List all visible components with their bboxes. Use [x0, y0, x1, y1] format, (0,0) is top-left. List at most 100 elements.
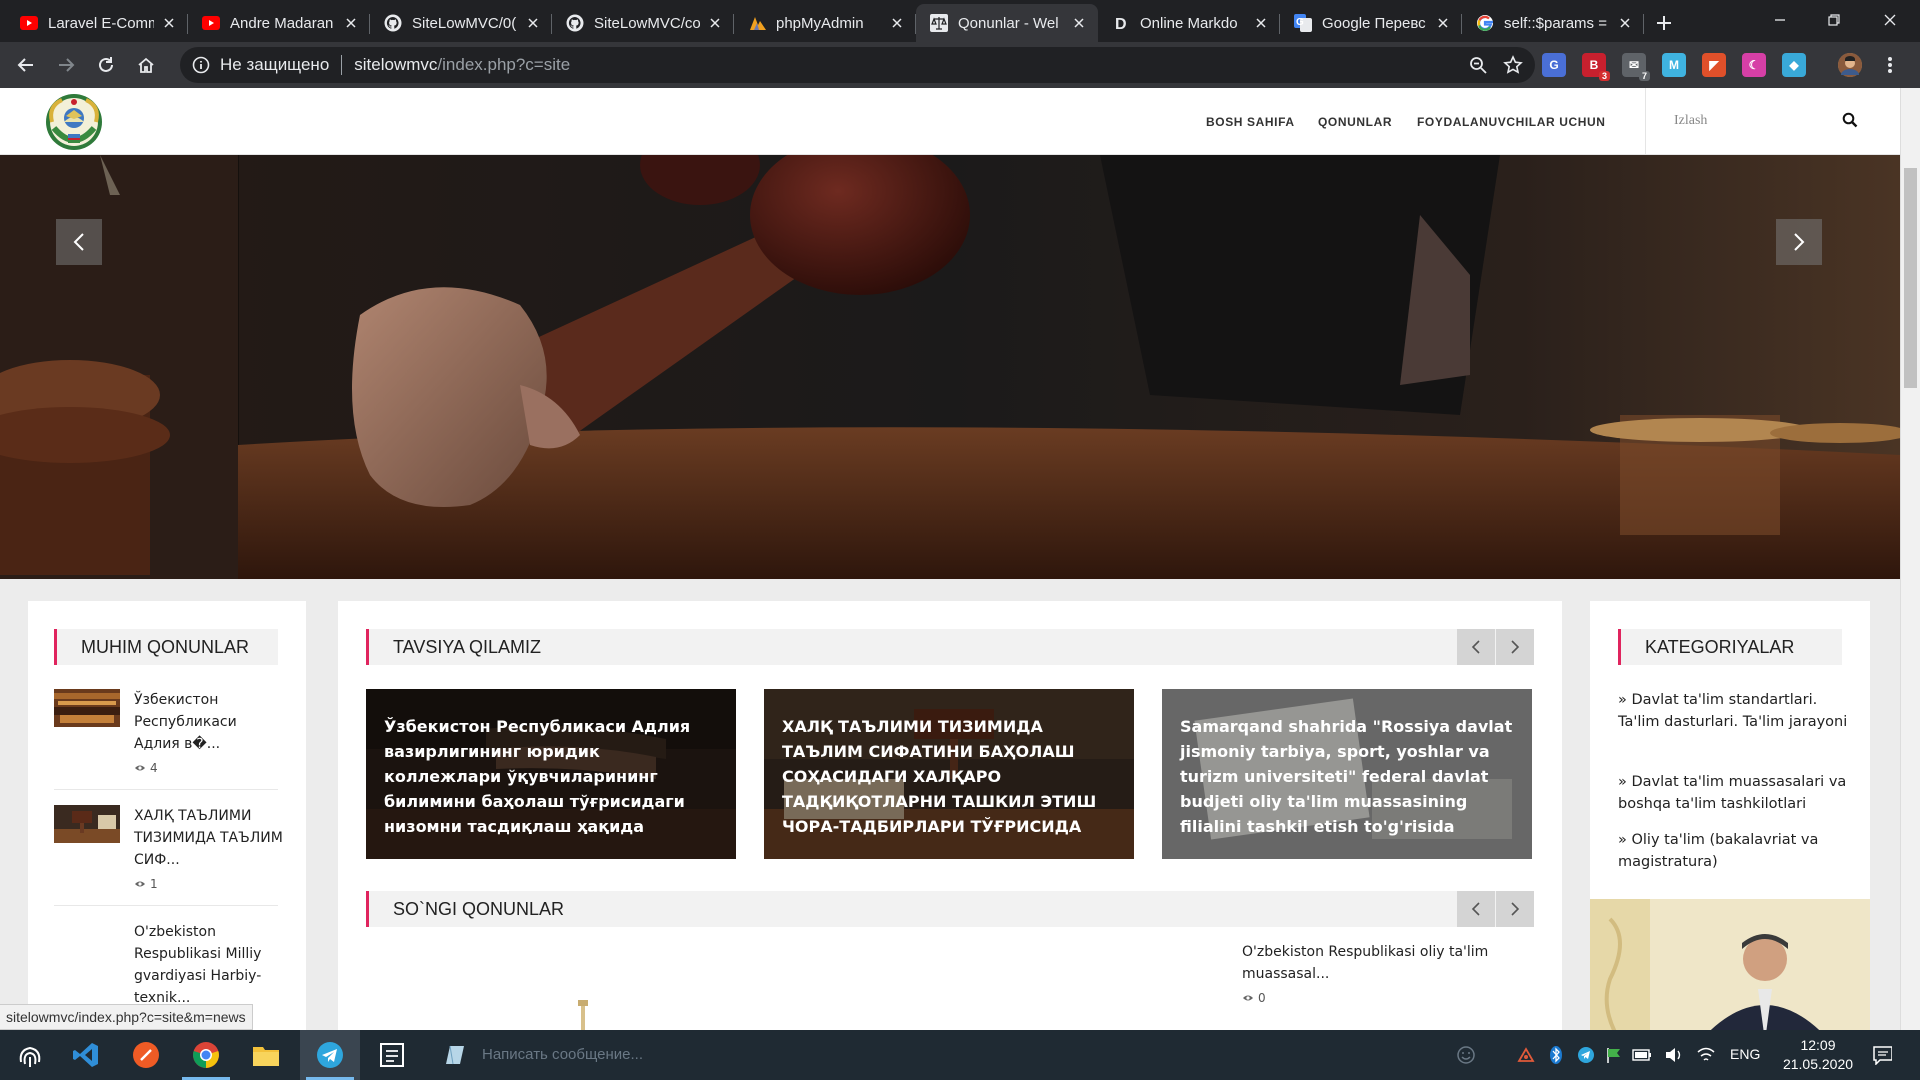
- site-search-input[interactable]: [1674, 108, 1844, 134]
- site-logo[interactable]: [44, 92, 104, 152]
- mail-ext-icon[interactable]: ✉ 7: [1622, 53, 1650, 81]
- list-item[interactable]: O'zbekiston Respublikasi oliy ta'lim mua…: [1242, 941, 1522, 1005]
- close-tab-icon[interactable]: [342, 14, 360, 32]
- recommend-card[interactable]: ХАЛҚ ТАЪЛИМИ ТИЗИМИДА ТАЪЛИМ СИФАТИНИ БА…: [764, 689, 1134, 859]
- telegram-app[interactable]: [300, 1030, 360, 1080]
- telegram-tray[interactable]: [1576, 1045, 1596, 1065]
- browser-tab[interactable]: self::$params =: [1462, 4, 1644, 42]
- recommend-caption[interactable]: ХАЛҚ ТАЪЛИМИ ТИЗИМИДА ТАЪЛИМ СИФАТИНИ БА…: [782, 714, 1118, 839]
- close-tab-icon[interactable]: [888, 14, 906, 32]
- notifications-tray[interactable]: [1872, 1045, 1892, 1065]
- category-link[interactable]: » Davlat ta'lim muassasalari va boshqa t…: [1618, 771, 1848, 815]
- browser-tab[interactable]: D Online Markdo: [1098, 4, 1280, 42]
- close-tab-icon[interactable]: [160, 14, 178, 32]
- system-clock[interactable]: 12:09 21.05.2020: [1770, 1036, 1866, 1074]
- flag-tray[interactable]: [1604, 1045, 1624, 1065]
- notification-icon: [1873, 1046, 1892, 1065]
- latest-prev-button[interactable]: [1456, 891, 1495, 927]
- input-language[interactable]: ENG: [1730, 1046, 1760, 1062]
- new-tab-button[interactable]: [1644, 4, 1684, 42]
- wifi-tray[interactable]: [1696, 1045, 1716, 1065]
- zoom-button[interactable]: [1469, 56, 1487, 74]
- browser-tab[interactable]: G Google Перевс: [1280, 4, 1462, 42]
- office-ext-icon[interactable]: ◤: [1702, 53, 1726, 77]
- notes-app[interactable]: [424, 1030, 484, 1080]
- volume-tray[interactable]: [1664, 1045, 1684, 1065]
- browser-tab[interactable]: SiteLowMVC/co: [552, 4, 734, 42]
- list-item-title[interactable]: O'zbekiston Respublikasi Milliy gvardiya…: [134, 921, 284, 1009]
- browser-tab[interactable]: SiteLowMVC/0(: [370, 4, 552, 42]
- nav-laws[interactable]: QONUNLAR: [1318, 115, 1392, 129]
- recommend-caption[interactable]: Samarqand shahrida "Rossiya davlat jismo…: [1180, 714, 1516, 839]
- minimize-icon: [1775, 19, 1785, 21]
- list-item-title[interactable]: ХАЛҚ ТАЪЛИМИ ТИЗИМИДА ТАЪЛИМ СИФ...: [134, 805, 284, 871]
- chevron-right-icon: [1794, 233, 1805, 251]
- app-tray-1[interactable]: [1516, 1045, 1536, 1065]
- recommend-next-button[interactable]: [1495, 629, 1534, 665]
- browser-tab[interactable]: Qonunlar - Wel: [916, 4, 1098, 42]
- chevron-right-icon: [1511, 902, 1520, 916]
- translate-ext-icon[interactable]: G: [1542, 53, 1566, 77]
- nav-users[interactable]: FOYDALANUVCHILAR UCHUN: [1417, 115, 1606, 129]
- library-thumbnail: [54, 689, 120, 727]
- list-item-title[interactable]: Ўзбекистон Республикаси Адлия в�...: [134, 689, 284, 755]
- vscode-app[interactable]: [56, 1030, 116, 1080]
- hero-prev-button[interactable]: [56, 219, 102, 265]
- emoji-tray[interactable]: [1456, 1045, 1476, 1065]
- reload-button[interactable]: [90, 49, 122, 81]
- close-tab-icon[interactable]: [524, 14, 542, 32]
- battery-tray[interactable]: [1632, 1045, 1652, 1065]
- site-search-button[interactable]: [1842, 112, 1862, 132]
- nav-home[interactable]: BOSH SAHIFA: [1206, 115, 1295, 129]
- bookmark-button[interactable]: [1503, 55, 1523, 75]
- postman-app[interactable]: [116, 1030, 176, 1080]
- browser-tab[interactable]: phpMyAdmin: [734, 4, 916, 42]
- chrome-icon: [193, 1042, 219, 1068]
- recommend-prev-button[interactable]: [1456, 629, 1495, 665]
- close-tab-icon[interactable]: [1616, 14, 1634, 32]
- browser-tab[interactable]: Andre Madaran: [188, 4, 370, 42]
- close-tab-icon[interactable]: [1252, 14, 1270, 32]
- profile-avatar[interactable]: [1838, 53, 1862, 77]
- latest-next-button[interactable]: [1495, 891, 1534, 927]
- fingerprint-app[interactable]: [0, 1030, 60, 1080]
- calculator-app[interactable]: [362, 1030, 422, 1080]
- category-link[interactable]: » Oliy ta'lim (bakalavriat va magistratu…: [1618, 829, 1848, 873]
- close-tab-icon[interactable]: [1434, 14, 1452, 32]
- extension-label: ◤: [1709, 58, 1719, 72]
- minimize-button[interactable]: [1752, 0, 1808, 40]
- list-item-title[interactable]: O'zbekiston Respublikasi oliy ta'lim mua…: [1242, 941, 1522, 985]
- tab-title: Google Перевс: [1322, 14, 1426, 32]
- browser-tab[interactable]: Laravel E-Comm: [6, 4, 188, 42]
- chrome-menu-button[interactable]: [1874, 49, 1906, 81]
- address-bar[interactable]: Не защищено sitelowmvc/index.php?c=site: [180, 47, 1535, 83]
- bitrix-ext-icon[interactable]: B3: [1582, 53, 1610, 81]
- back-button[interactable]: [10, 49, 42, 81]
- security-label[interactable]: Не защищено: [220, 55, 329, 75]
- browser-tab-strip: Laravel E-Comm Andre Madaran SiteLowMVC/0(…: [0, 0, 1920, 42]
- close-tab-icon[interactable]: [706, 14, 724, 32]
- gavel-hero-image: [0, 155, 1900, 579]
- scrollbar-thumb[interactable]: [1904, 168, 1917, 388]
- m-ext-icon[interactable]: M: [1662, 53, 1686, 77]
- moon-ext-icon[interactable]: ☾: [1742, 53, 1766, 77]
- close-tab-icon[interactable]: [1070, 14, 1088, 32]
- toggl-ext-icon[interactable]: ◆: [1782, 53, 1806, 77]
- forward-button[interactable]: [50, 49, 82, 81]
- hero-next-button[interactable]: [1776, 219, 1822, 265]
- chrome-app[interactable]: [176, 1030, 236, 1080]
- recommend-card[interactable]: Ўзбекистон Республикаси Адлия вазирлигин…: [366, 689, 736, 859]
- restore-button[interactable]: [1806, 0, 1862, 40]
- list-item[interactable]: Ўзбекистон Республикаси Адлия в�... 4: [54, 689, 278, 779]
- home-button[interactable]: [130, 49, 162, 81]
- category-link[interactable]: » Davlat ta'lim standartlari. Ta'lim das…: [1618, 689, 1848, 733]
- recommend-caption[interactable]: Ўзбекистон Республикаси Адлия вазирлигин…: [384, 714, 720, 839]
- page-scrollbar[interactable]: [1900, 88, 1920, 1030]
- bluetooth-tray[interactable]: [1546, 1045, 1566, 1065]
- list-item[interactable]: ХАЛҚ ТАЪЛИМИ ТИЗИМИДА ТАЪЛИМ СИФ... 1: [54, 805, 283, 895]
- youtube-icon: [202, 14, 220, 32]
- file-explorer-app[interactable]: [236, 1030, 296, 1080]
- close-window-button[interactable]: [1862, 0, 1918, 40]
- president-photo: [1590, 899, 1870, 1030]
- recommend-card[interactable]: Samarqand shahrida "Rossiya davlat jismo…: [1162, 689, 1532, 859]
